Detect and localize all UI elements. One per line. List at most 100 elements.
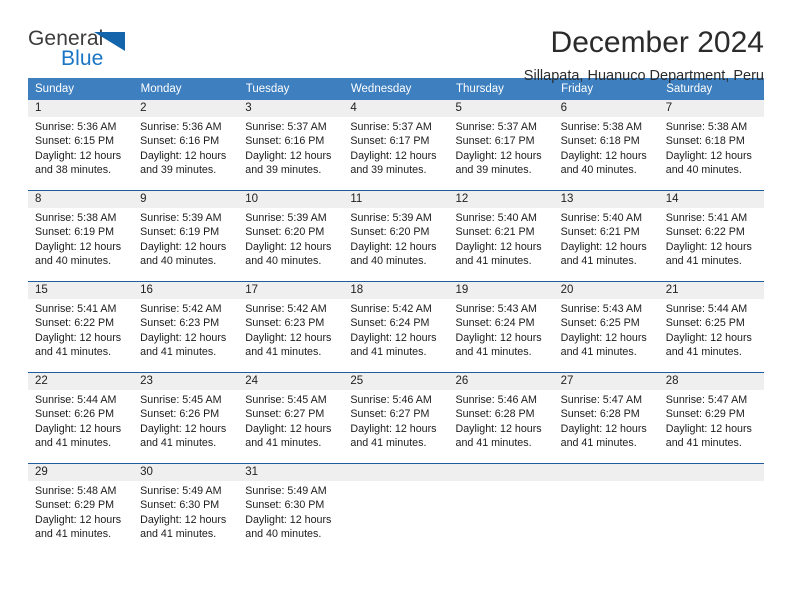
calendar-day-cell[interactable]: 20 Sunrise: 5:43 AM Sunset: 6:25 PM Dayligh…: [553, 281, 659, 373]
calendar-day-cell[interactable]: 11 Sunrise: 5:39 AM Sunset: 6:20 PM Dayligh…: [343, 190, 449, 282]
page-subtitle: Sillapata, Huanuco Department, Peru: [523, 68, 764, 84]
day-number: 12: [448, 191, 554, 208]
calendar-day-cell[interactable]: 28 Sunrise: 5:47 AM Sunset: 6:29 PM Dayligh…: [658, 372, 764, 464]
calendar-day-cell[interactable]: 22 Sunrise: 5:44 AM Sunset: 6:26 PM Dayligh…: [28, 372, 134, 464]
calendar-day-cell[interactable]: 4 Sunrise: 5:37 AM Sunset: 6:17 PM Daylight…: [343, 100, 449, 191]
day-details: Sunrise: 5:44 AM Sunset: 6:26 PM Daylight:…: [28, 390, 133, 450]
day-daylight-line2-text: and 39 minutes.: [350, 163, 427, 176]
day-number: 31: [238, 464, 344, 481]
day-sunrise-text: Sunrise: 5:38 AM: [665, 121, 748, 133]
day-number: 18: [343, 282, 449, 299]
page-header: General Blue December 2024 Sillapata, Hu…: [28, 0, 764, 84]
day-sunrise-text: Sunrise: 5:46 AM: [455, 394, 537, 406]
day-daylight-line1-text: Daylight: 12 hours: [665, 240, 752, 253]
calendar-day-cell[interactable]: 15 Sunrise: 5:41 AM Sunset: 6:22 PM Dayligh…: [28, 281, 134, 373]
day-daylight-line2-text: and 41 minutes.: [455, 345, 532, 358]
calendar-day-cell[interactable]: 25 Sunrise: 5:46 AM Sunset: 6:27 PM Dayligh…: [343, 372, 449, 464]
day-sunrise-text: Sunrise: 5:36 AM: [35, 121, 117, 133]
calendar-day-cell[interactable]: 19 Sunrise: 5:43 AM Sunset: 6:24 PM Dayligh…: [448, 281, 554, 373]
day-sunrise-text: Sunrise: 5:47 AM: [560, 394, 643, 406]
day-sunset-text: Sunset: 6:27 PM: [245, 408, 325, 421]
day-daylight-line2-text: and 40 minutes.: [35, 254, 112, 267]
calendar-day-cell[interactable]: 6 Sunrise: 5:38 AM Sunset: 6:18 PM Daylight…: [553, 100, 659, 191]
calendar-day-cell[interactable]: 18 Sunrise: 5:42 AM Sunset: 6:24 PM Dayligh…: [343, 281, 449, 373]
day-number: [343, 464, 449, 481]
day-number: [553, 464, 659, 481]
calendar-day-cell[interactable]: 14 Sunrise: 5:41 AM Sunset: 6:22 PM Dayligh…: [658, 190, 764, 282]
day-daylight-line2-text: and 41 minutes.: [140, 436, 217, 449]
calendar-day-cell[interactable]: 5 Sunrise: 5:37 AM Sunset: 6:17 PM Daylight…: [448, 100, 554, 191]
calendar-day-cell[interactable]: 16 Sunrise: 5:42 AM Sunset: 6:23 PM Dayligh…: [133, 281, 239, 373]
calendar-day-cell[interactable]: 27 Sunrise: 5:47 AM Sunset: 6:28 PM Dayligh…: [553, 372, 659, 464]
day-sunset-text: Sunset: 6:28 PM: [560, 408, 640, 421]
day-details: Sunrise: 5:49 AM Sunset: 6:30 PM Daylight:…: [133, 481, 238, 541]
day-sunrise-text: Sunrise: 5:40 AM: [455, 212, 537, 224]
calendar-day-cell[interactable]: 17 Sunrise: 5:42 AM Sunset: 6:23 PM Dayligh…: [238, 281, 344, 373]
day-sunset-text: Sunset: 6:30 PM: [245, 499, 325, 512]
day-details: Sunrise: 5:46 AM Sunset: 6:28 PM Daylight:…: [449, 390, 554, 450]
day-details: Sunrise: 5:39 AM Sunset: 6:19 PM Daylight:…: [133, 208, 238, 268]
calendar-day-cell[interactable]: 8 Sunrise: 5:38 AM Sunset: 6:19 PM Daylight…: [28, 190, 134, 282]
day-sunrise-text: Sunrise: 5:49 AM: [140, 485, 222, 497]
day-daylight-line2-text: and 40 minutes.: [245, 527, 322, 540]
day-sunrise-text: Sunrise: 5:42 AM: [140, 303, 222, 315]
calendar-day-cell[interactable]: 7 Sunrise: 5:38 AM Sunset: 6:18 PM Daylight…: [658, 100, 764, 191]
calendar-day-cell[interactable]: 30 Sunrise: 5:49 AM Sunset: 6:30 PM Dayligh…: [133, 463, 239, 554]
calendar-body: 1 Sunrise: 5:36 AM Sunset: 6:15 PM Daylight…: [28, 100, 764, 554]
day-daylight-line2-text: and 41 minutes.: [245, 436, 322, 449]
calendar-day-cell[interactable]: 3 Sunrise: 5:37 AM Sunset: 6:16 PM Daylight…: [238, 100, 344, 191]
day-sunset-text: Sunset: 6:18 PM: [560, 135, 640, 148]
day-details: Sunrise: 5:42 AM Sunset: 6:23 PM Daylight:…: [238, 299, 343, 359]
weekday-header-wednesday: Wednesday: [343, 78, 450, 100]
day-daylight-line1-text: Daylight: 12 hours: [140, 331, 227, 344]
calendar-day-cell[interactable]: 24 Sunrise: 5:45 AM Sunset: 6:27 PM Dayligh…: [238, 372, 344, 464]
day-daylight-line1-text: Daylight: 12 hours: [560, 422, 647, 435]
calendar-day-cell[interactable]: 2 Sunrise: 5:36 AM Sunset: 6:16 PM Daylight…: [133, 100, 239, 191]
calendar-week-row: 22 Sunrise: 5:44 AM Sunset: 6:26 PM Dayligh…: [28, 372, 764, 464]
day-details: Sunrise: 5:41 AM Sunset: 6:22 PM Daylight:…: [28, 299, 133, 359]
day-daylight-line2-text: and 41 minutes.: [665, 345, 742, 358]
day-sunset-text: Sunset: 6:19 PM: [35, 226, 115, 239]
calendar-day-cell[interactable]: 23 Sunrise: 5:45 AM Sunset: 6:26 PM Dayligh…: [133, 372, 239, 464]
day-details: Sunrise: 5:43 AM Sunset: 6:25 PM Daylight:…: [554, 299, 659, 359]
day-details: Sunrise: 5:41 AM Sunset: 6:22 PM Daylight:…: [659, 208, 764, 268]
calendar-day-cell[interactable]: 13 Sunrise: 5:40 AM Sunset: 6:21 PM Dayligh…: [553, 190, 659, 282]
day-details: Sunrise: 5:39 AM Sunset: 6:20 PM Daylight:…: [343, 208, 448, 268]
day-sunrise-text: Sunrise: 5:38 AM: [35, 212, 117, 224]
day-details: Sunrise: 5:37 AM Sunset: 6:16 PM Daylight:…: [238, 117, 343, 177]
calendar-day-cell[interactable]: 1 Sunrise: 5:36 AM Sunset: 6:15 PM Daylight…: [28, 100, 134, 191]
day-sunset-text: Sunset: 6:24 PM: [455, 317, 535, 330]
calendar-day-cell[interactable]: 26 Sunrise: 5:46 AM Sunset: 6:28 PM Dayligh…: [448, 372, 554, 464]
day-daylight-line2-text: and 40 minutes.: [560, 163, 637, 176]
day-details: Sunrise: 5:45 AM Sunset: 6:26 PM Daylight:…: [133, 390, 238, 450]
calendar-day-cell[interactable]: 9 Sunrise: 5:39 AM Sunset: 6:19 PM Daylight…: [133, 190, 239, 282]
day-number: 21: [658, 282, 764, 299]
logo-text-general: General: [28, 27, 104, 50]
calendar-day-cell[interactable]: 10 Sunrise: 5:39 AM Sunset: 6:20 PM Dayligh…: [238, 190, 344, 282]
day-daylight-line1-text: Daylight: 12 hours: [35, 422, 122, 435]
day-number: 28: [658, 373, 764, 390]
day-daylight-line2-text: and 41 minutes.: [35, 527, 112, 540]
weekday-header-tuesday: Tuesday: [238, 78, 344, 100]
day-daylight-line1-text: Daylight: 12 hours: [455, 422, 542, 435]
general-blue-logo[interactable]: General Blue: [28, 26, 148, 74]
calendar-day-cell[interactable]: 21 Sunrise: 5:44 AM Sunset: 6:25 PM Dayligh…: [658, 281, 764, 373]
day-details: Sunrise: 5:49 AM Sunset: 6:30 PM Daylight:…: [238, 481, 343, 541]
day-number: 6: [553, 100, 659, 117]
day-daylight-line2-text: and 41 minutes.: [560, 345, 637, 358]
day-sunrise-text: Sunrise: 5:36 AM: [140, 121, 222, 133]
day-daylight-line2-text: and 41 minutes.: [350, 345, 427, 358]
day-details: Sunrise: 5:38 AM Sunset: 6:18 PM Daylight:…: [659, 117, 764, 177]
day-daylight-line2-text: and 41 minutes.: [140, 345, 217, 358]
calendar-day-cell-empty: [448, 463, 554, 554]
calendar-day-cell[interactable]: 12 Sunrise: 5:40 AM Sunset: 6:21 PM Dayligh…: [448, 190, 554, 282]
day-daylight-line1-text: Daylight: 12 hours: [665, 149, 752, 162]
day-daylight-line1-text: Daylight: 12 hours: [350, 331, 437, 344]
calendar-day-cell[interactable]: 31 Sunrise: 5:49 AM Sunset: 6:30 PM Dayligh…: [238, 463, 344, 554]
calendar-day-cell[interactable]: 29 Sunrise: 5:48 AM Sunset: 6:29 PM Dayligh…: [28, 463, 134, 554]
day-number: 19: [448, 282, 554, 299]
day-number: 29: [28, 464, 134, 481]
day-sunrise-text: Sunrise: 5:37 AM: [245, 121, 327, 133]
day-daylight-line2-text: and 41 minutes.: [455, 436, 532, 449]
day-sunset-text: Sunset: 6:26 PM: [35, 408, 115, 421]
